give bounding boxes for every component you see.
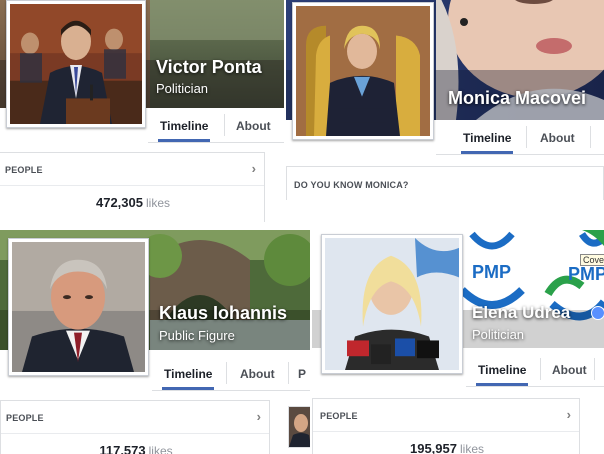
tab-more[interactable]: P (298, 367, 306, 381)
chevron-right-icon[interactable]: › (257, 409, 261, 424)
card-header: PEOPLE (5, 165, 43, 175)
profile-panel-klaus-iohannis: Klaus Iohannis Public Figure Timeline Ab… (0, 230, 310, 454)
verified-badge-icon (591, 306, 604, 320)
profile-picture[interactable] (292, 2, 434, 140)
likes-number: 195,957 (409, 441, 457, 454)
profile-name[interactable]: Monica Macovei (448, 88, 586, 109)
people-card: PEOPLE › 195,957 likes (312, 398, 580, 454)
people-card: PEOPLE › 117,573 likes (0, 400, 270, 454)
tab-divider (526, 126, 527, 148)
likes-number: 472,305 (95, 195, 143, 210)
profile-name[interactable]: Victor Ponta (156, 57, 262, 78)
likes-label: likes (148, 444, 173, 454)
profile-category: Public Figure (159, 328, 235, 343)
card-divider (1, 433, 269, 434)
profile-category: Politician (472, 327, 525, 342)
profile-name[interactable]: Klaus Iohannis (159, 303, 287, 324)
likes-label: likes (459, 442, 484, 454)
chevron-right-icon[interactable]: › (567, 407, 571, 422)
profile-picture[interactable] (321, 234, 463, 374)
collage-gap (0, 222, 604, 230)
profile-tabs: Timeline About P (152, 356, 310, 391)
tab-divider (226, 362, 227, 384)
tab-timeline[interactable]: Timeline (161, 367, 215, 390)
tab-timeline[interactable]: Timeline (460, 131, 514, 154)
tab-timeline[interactable]: Timeline (157, 119, 211, 142)
profile-panel-monica-macovei: Monica Macovei Timeline About DO YOU KNO… (286, 0, 604, 200)
cover-logo-text: PMP (472, 262, 512, 282)
tab-divider (590, 126, 591, 148)
tab-divider (540, 358, 541, 380)
likes-label: likes (145, 196, 170, 210)
card-header: DO YOU KNOW MONICA? (294, 180, 409, 190)
profile-tabs: Timeline About (436, 120, 604, 155)
tab-timeline[interactable]: Timeline (475, 363, 529, 386)
tab-divider (288, 362, 289, 384)
tab-divider (224, 114, 225, 136)
profile-category: Politician (156, 81, 209, 96)
chevron-right-icon[interactable]: › (252, 161, 256, 176)
tab-about[interactable]: About (540, 131, 575, 145)
profile-panel-victor-ponta: Victor Ponta Politician Timeline About P… (0, 0, 284, 222)
suggestion-card: DO YOU KNOW MONICA? (286, 166, 604, 200)
likes-count: 117,573 likes (1, 442, 271, 454)
card-header: PEOPLE (320, 411, 358, 421)
profile-picture[interactable] (6, 0, 146, 128)
card-header: PEOPLE (6, 413, 44, 423)
cover-logo-text: PMP (568, 264, 604, 284)
card-divider (313, 431, 579, 432)
tab-about[interactable]: About (240, 367, 275, 381)
profile-tabs: Timeline About (148, 108, 284, 143)
profile-tabs: Timeline About (466, 352, 604, 387)
tab-divider (594, 358, 595, 380)
tab-about[interactable]: About (236, 119, 271, 133)
friend-thumbnail[interactable] (288, 406, 310, 448)
card-divider (0, 185, 264, 186)
profile-name[interactable]: Elena Udrea (472, 303, 570, 323)
profile-panel-elena-udrea: PMP PMP Cove Elena Udrea Politician Time… (312, 230, 604, 454)
tab-about[interactable]: About (552, 363, 587, 377)
likes-count: 472,305 likes (0, 194, 266, 212)
tooltip: Cove (580, 254, 604, 266)
profile-picture[interactable] (8, 238, 149, 376)
likes-count: 195,957 likes (313, 440, 581, 454)
people-card: PEOPLE › 472,305 likes (0, 152, 265, 222)
likes-number: 117,573 (99, 443, 146, 454)
